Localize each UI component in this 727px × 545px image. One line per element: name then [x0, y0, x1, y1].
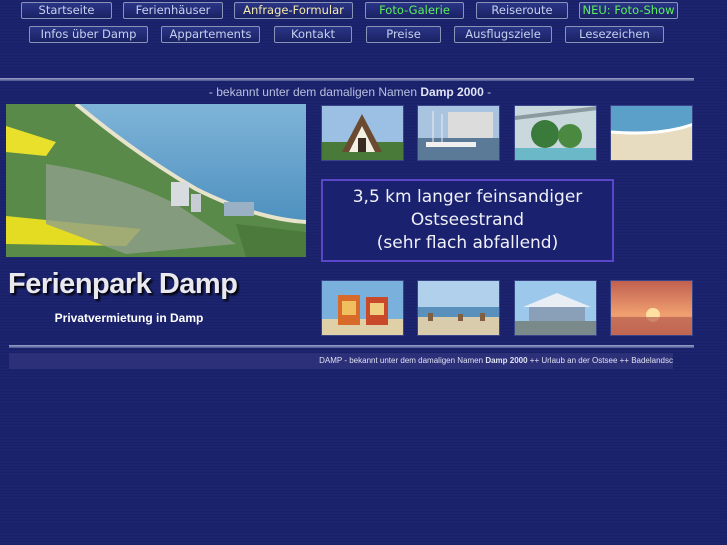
aerial-photo: [6, 104, 306, 257]
nav-infos-ueber-damp[interactable]: Infos über Damp: [29, 26, 148, 43]
nav-kontakt[interactable]: Kontakt: [274, 26, 352, 43]
info-line-1: 3,5 km langer feinsandiger: [352, 187, 583, 207]
photo-beach-pavilion[interactable]: [514, 280, 597, 336]
nav-ferienhaeuser[interactable]: Ferienhäuser: [123, 2, 223, 19]
nav-foto-galerie[interactable]: Foto-Galerie: [365, 2, 464, 19]
ticker-name: Damp 2000: [485, 356, 528, 365]
info-line-3: (sehr flach abfallend): [376, 233, 559, 253]
nav-ausflugsziele[interactable]: Ausflugsziele: [454, 26, 552, 43]
ticker-text-1: DAMP - bekannt unter dem damaligen Namen: [319, 356, 484, 365]
nav-foto-show[interactable]: NEU: Foto-Show: [579, 2, 678, 19]
nav-startseite[interactable]: Startseite: [21, 2, 112, 19]
nav-lesezeichen[interactable]: Lesezeichen: [565, 26, 664, 43]
marquee-ticker: DAMP - bekannt unter dem damaligen Namen…: [9, 353, 673, 369]
subtitle-prefix: - bekannt unter dem damaligen Namen: [208, 85, 418, 99]
ticker-text-2: ++ Urlaub an der Ostsee ++ Badelandsc: [529, 356, 673, 365]
nav-preise[interactable]: Preise: [366, 26, 441, 43]
subtitle: - bekannt unter dem damaligen Namen Damp…: [0, 85, 700, 99]
subtitle-suffix: -: [487, 85, 492, 99]
photo-beach-waves[interactable]: [610, 105, 693, 161]
beach-info-box: 3,5 km langer feinsandiger Ostseestrand …: [321, 179, 614, 262]
photo-aframe-house[interactable]: [321, 105, 404, 161]
nav-anfrage-formular[interactable]: Anfrage-Formular: [234, 2, 353, 19]
brand-title: Ferienpark Damp: [8, 268, 238, 300]
brand-tagline: Privatvermietung in Damp: [54, 311, 204, 325]
photo-marina[interactable]: [417, 105, 500, 161]
top-divider: [0, 78, 694, 81]
subtitle-name: Damp 2000: [420, 85, 484, 99]
info-line-2: Ostseestrand: [410, 210, 525, 230]
photo-sunset[interactable]: [610, 280, 693, 336]
nav-reiseroute[interactable]: Reiseroute: [476, 2, 568, 19]
nav-appartements[interactable]: Appartements: [161, 26, 260, 43]
bottom-divider: [9, 345, 694, 348]
photo-beach-chairs[interactable]: [321, 280, 404, 336]
photo-beach-promenade[interactable]: [417, 280, 500, 336]
photo-tropical-pool[interactable]: [514, 105, 597, 161]
